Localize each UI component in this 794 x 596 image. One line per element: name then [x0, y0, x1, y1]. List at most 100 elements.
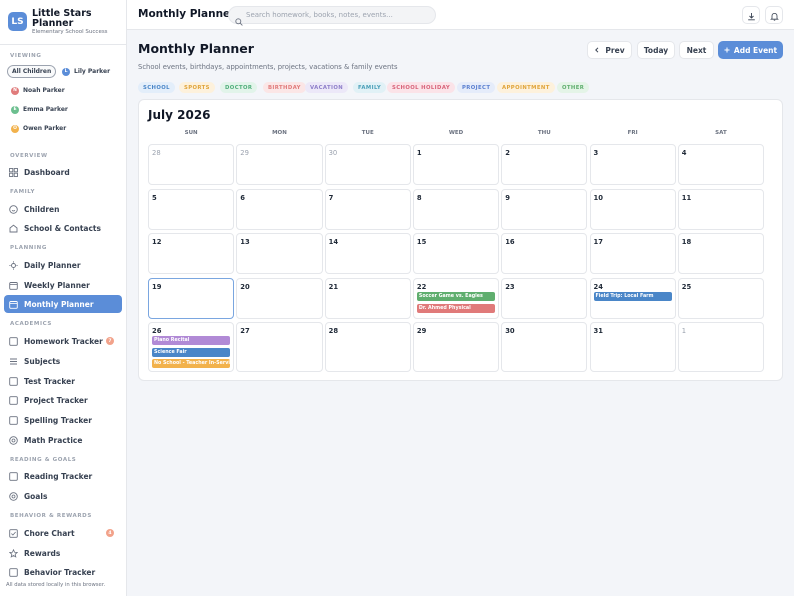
nav-goals[interactable]: Goals: [4, 487, 122, 505]
day-cell[interactable]: 11: [677, 189, 765, 230]
nav-label: Weekly Planner: [24, 280, 90, 290]
day-number: 22: [416, 283, 427, 291]
nav-daily-planner[interactable]: Daily Planner: [4, 256, 122, 274]
brand[interactable]: LS Little Stars Planner Elementary Schoo…: [8, 9, 123, 41]
legend-tag-project[interactable]: PROJECT: [457, 82, 496, 93]
calendar-event[interactable]: Soccer Game vs. Eagles: [416, 292, 496, 301]
day-cell[interactable]: 9: [501, 189, 588, 230]
checkbox-icon: [9, 415, 18, 425]
legend-tag-school[interactable]: SCHOOL: [138, 82, 175, 93]
day-cell[interactable]: 25: [677, 278, 765, 319]
day-cell[interactable]: 15: [412, 233, 500, 274]
search-box[interactable]: [228, 6, 436, 26]
app-tagline: Elementary School Success: [32, 29, 108, 35]
today-button[interactable]: Today: [637, 41, 675, 59]
day-cell[interactable]: 1: [677, 322, 765, 372]
day-cell[interactable]: 29: [412, 322, 500, 372]
day-cell[interactable]: 5: [148, 189, 235, 230]
nav-spelling-tracker[interactable]: Spelling Tracker: [4, 411, 122, 429]
day-cell[interactable]: 14: [324, 233, 411, 274]
nav-rewards[interactable]: Rewards: [4, 544, 122, 562]
child-filter-noah[interactable]: N Noah Parker: [7, 84, 69, 97]
add-event-button[interactable]: Add Event: [718, 41, 783, 59]
nav-reading-tracker[interactable]: Reading Tracker: [4, 467, 122, 485]
download-button[interactable]: [742, 6, 760, 24]
nav-subjects[interactable]: Subjects: [4, 352, 122, 370]
avatar: E: [11, 105, 19, 114]
day-cell[interactable]: 17: [589, 233, 676, 274]
nav-monthly-planner[interactable]: Monthly Planner: [4, 295, 122, 313]
nav-weekly-planner[interactable]: Weekly Planner: [4, 276, 122, 294]
day-cell[interactable]: 22 Soccer Game vs. Eagles Dr. Ahmed Physic…: [412, 278, 500, 319]
calendar-event[interactable]: Dr. Ahmed Physical: [416, 303, 496, 313]
child-filter-owen[interactable]: O Owen Parker: [7, 122, 70, 135]
month-title: July 2026: [148, 108, 211, 122]
list-icon: [9, 357, 18, 366]
legend-tag-birthday[interactable]: BIRTHDAY: [263, 82, 306, 93]
calendar-event[interactable]: Field Trip: Local Farm: [593, 292, 672, 301]
day-cell[interactable]: 31: [589, 322, 676, 372]
child-filter-emma[interactable]: E Emma Parker: [7, 103, 72, 116]
day-number: 5: [152, 194, 157, 202]
legend-tag-doctor[interactable]: DOCTOR: [220, 82, 258, 93]
section-label-planning: PLANNING: [10, 245, 47, 251]
legend-tag-school-holiday[interactable]: SCHOOL HOLIDAY: [387, 82, 456, 93]
day-cell[interactable]: 13: [236, 233, 323, 274]
day-cell[interactable]: 10: [589, 189, 676, 230]
day-cell[interactable]: 3: [589, 144, 676, 185]
day-cell[interactable]: 8: [412, 189, 500, 230]
calendar-event[interactable]: Piano Recital: [152, 336, 231, 345]
nav-school-contacts[interactable]: School & Contacts: [4, 219, 122, 237]
day-cell[interactable]: 4: [677, 144, 765, 185]
legend-tag-sports[interactable]: SPORTS: [179, 82, 215, 93]
calendar-event[interactable]: Science Fair: [152, 347, 231, 357]
legend-tag-vacation[interactable]: VACATION: [305, 82, 349, 93]
weekday-sat: SAT: [715, 130, 727, 136]
day-number: 15: [416, 238, 427, 246]
day-cell[interactable]: 18: [677, 233, 765, 274]
day-cell[interactable]: 27: [236, 322, 323, 372]
day-cell[interactable]: 26 Piano Recital Science Fair No School - T…: [148, 322, 235, 372]
nav-chore-chart[interactable]: Chore Chart 4: [4, 524, 122, 542]
search-icon: [235, 11, 243, 30]
day-cell[interactable]: 24 Field Trip: Local Farm: [589, 278, 676, 319]
nav-label: Homework Tracker: [24, 336, 103, 346]
day-cell[interactable]: 20: [236, 278, 323, 319]
day-cell[interactable]: 23: [501, 278, 588, 319]
child-filter-all[interactable]: All Children: [7, 65, 57, 78]
day-cell[interactable]: 12: [148, 233, 235, 274]
child-filter-lily[interactable]: L Lily Parker: [58, 65, 114, 78]
day-number: 3: [593, 149, 599, 157]
nav-math-practice[interactable]: Math Practice: [4, 431, 122, 449]
nav-label: Monthly Planner: [24, 299, 94, 309]
day-cell[interactable]: 1: [412, 144, 500, 185]
day-cell[interactable]: 16: [501, 233, 588, 274]
day-cell[interactable]: 6: [236, 189, 323, 230]
notifications-button[interactable]: [765, 6, 783, 24]
day-cell[interactable]: 30: [324, 144, 411, 185]
day-cell[interactable]: 21: [324, 278, 411, 319]
calendar-event[interactable]: No School - Teacher In-Service: [152, 359, 231, 368]
legend-tag-family[interactable]: FAMILY: [353, 82, 387, 93]
checkbox-icon: [9, 567, 18, 577]
nav-label: Test Tracker: [24, 376, 75, 386]
nav-behavior-tracker[interactable]: Behavior Tracker: [4, 563, 122, 581]
day-cell-today[interactable]: 19: [148, 278, 235, 319]
day-cell[interactable]: 28: [324, 322, 411, 372]
checklist-icon: [9, 528, 18, 538]
nav-project-tracker[interactable]: Project Tracker: [4, 391, 122, 409]
nav-test-tracker[interactable]: Test Tracker: [4, 372, 122, 390]
next-button[interactable]: Next: [679, 41, 714, 59]
prev-button[interactable]: Prev: [587, 41, 632, 59]
day-cell[interactable]: 29: [236, 144, 323, 185]
nav-homework-tracker[interactable]: Homework Tracker 7: [4, 332, 122, 350]
nav-dashboard[interactable]: Dashboard: [4, 163, 122, 181]
legend-tag-appointment[interactable]: APPOINTMENT: [497, 82, 555, 93]
day-cell[interactable]: 28: [148, 144, 235, 185]
day-cell[interactable]: 2: [501, 144, 588, 185]
day-cell[interactable]: 30: [501, 322, 588, 372]
legend-tag-other[interactable]: OTHER: [557, 82, 590, 93]
day-cell[interactable]: 7: [324, 189, 411, 230]
nav-children[interactable]: Children: [4, 200, 122, 218]
search-input[interactable]: [246, 9, 431, 21]
